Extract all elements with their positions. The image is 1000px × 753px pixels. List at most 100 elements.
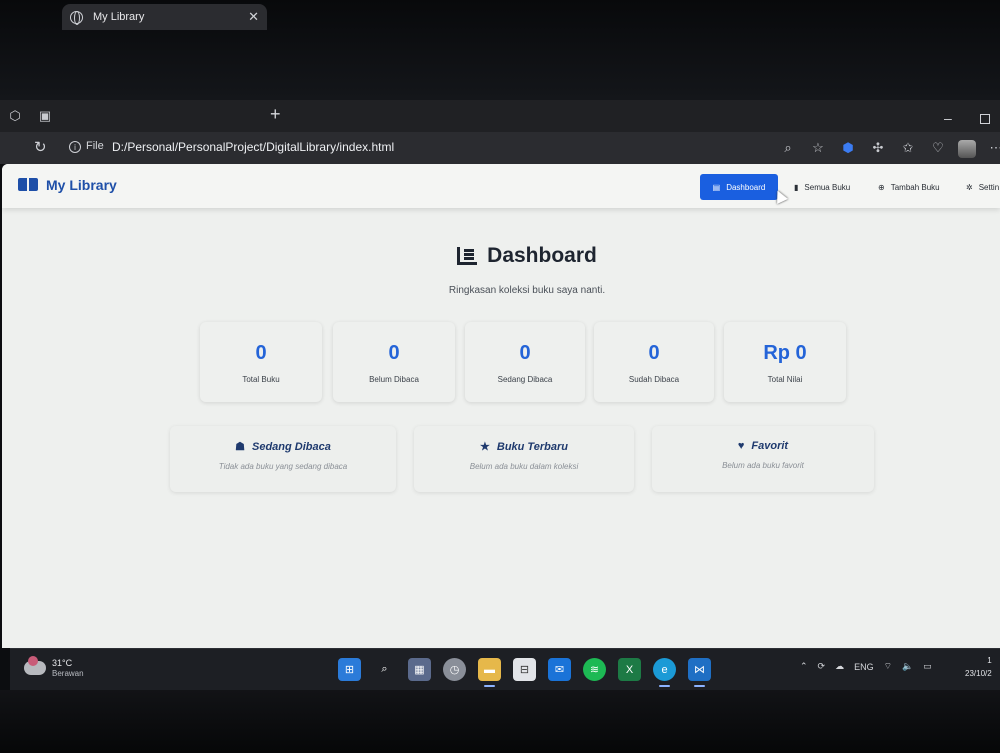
zoom-icon[interactable]: ⌕: [778, 140, 798, 158]
stat-label: Total Nilai: [767, 375, 803, 384]
extension-shield-icon[interactable]: ⬢: [838, 140, 858, 158]
weather-widget[interactable]: 31°C Berawan: [24, 655, 84, 678]
microsoft-store-icon[interactable]: ⊟: [513, 658, 536, 681]
extensions-icon[interactable]: ✣: [868, 140, 888, 158]
stat-value: Rp 0: [763, 342, 807, 364]
nav-tambah-buku-button[interactable]: ⊕ Tambah Buku: [868, 174, 950, 200]
stat-label: Sudah Dibaca: [628, 375, 680, 384]
file-explorer-icon[interactable]: ▬: [478, 658, 501, 687]
new-tab-button[interactable]: +: [270, 104, 281, 125]
brand-logo[interactable]: My Library: [18, 177, 117, 193]
brand-name: My Library: [46, 177, 117, 193]
language-indicator[interactable]: ENG: [854, 662, 874, 672]
page-title-text: Dashboard: [487, 244, 597, 267]
windows-start-icon[interactable]: ⊞: [338, 658, 361, 681]
weather-temperature: 31°C: [52, 658, 73, 668]
battery-icon[interactable]: ▭: [923, 661, 932, 672]
app-navbar: My Library ▤ Dashboard ▮ Semua Buku ⊕ Ta…: [2, 164, 1000, 208]
more-menu-icon[interactable]: ⋯: [986, 140, 1000, 158]
nav-dashboard-label: Dashboard: [726, 182, 766, 192]
reload-icon[interactable]: ↻: [34, 138, 47, 156]
gear-icon: ✲: [966, 182, 973, 192]
panel-empty-text: Belum ada buku favorit: [722, 461, 804, 470]
panel-title-text: Favorit: [751, 440, 789, 452]
heart-icon: ♥: [737, 440, 745, 452]
url-field[interactable]: D:/Personal/PersonalProject/DigitalLibra…: [112, 140, 394, 154]
stat-card-sedang-dibaca: 0 Sedang Dibaca: [465, 322, 585, 402]
wifi-icon[interactable]: ⌔: [884, 661, 892, 672]
page-subtitle: Ringkasan koleksi buku saya nanti.: [448, 285, 606, 296]
clock-app-icon[interactable]: ◷: [443, 658, 466, 681]
stat-card-sudah-dibaca: 0 Sudah Dibaca: [594, 322, 714, 402]
panel-title-text: Sedang Dibaca: [252, 440, 331, 453]
stat-value: 0: [388, 342, 400, 364]
page-viewport: My Library ▤ Dashboard ▮ Semua Buku ⊕ Ta…: [2, 164, 1000, 648]
search-icon[interactable]: ⌕: [373, 658, 396, 681]
maximize-window-icon[interactable]: [980, 114, 990, 124]
globe-icon: [70, 10, 83, 25]
nav-settings-label: Settin: [978, 182, 1000, 192]
nav-dashboard-button[interactable]: ▤ Dashboard: [700, 174, 778, 200]
tab-actions-icon[interactable]: ▣: [34, 105, 56, 127]
address-bar-actions: ⌕ ☆ ⬢ ✣ ✩ ♡ ⋯: [778, 140, 1000, 158]
spotify-icon[interactable]: ≋: [583, 658, 606, 681]
panel-title-text: Buku Terbaru: [496, 440, 568, 453]
favorite-star-icon[interactable]: ☆: [808, 140, 828, 158]
show-hidden-icons-chevron-icon[interactable]: ⌃: [800, 661, 808, 672]
profile-avatar[interactable]: [958, 140, 976, 158]
panel-empty-text: Tidak ada buku yang sedang dibaca: [218, 462, 348, 471]
panel-empty-text: Belum ada buku dalam koleksi: [469, 462, 579, 471]
star-icon: ★: [480, 441, 490, 453]
clock-time: 1: [987, 656, 992, 665]
clock-date: 23/10/2: [965, 669, 992, 678]
stat-label: Belum Dibaca: [369, 375, 419, 384]
monitor-bezel-bottom: [0, 690, 1000, 753]
vscode-icon[interactable]: ⋈: [688, 658, 711, 687]
page-title: Dashboard: [2, 244, 1000, 268]
close-tab-icon[interactable]: ✕: [248, 9, 259, 25]
sync-icon[interactable]: ⟳: [818, 661, 826, 672]
nav-tambah-buku-label: Tambah Buku: [890, 182, 940, 192]
nav-settings-button[interactable]: ✲ Settin: [956, 174, 1000, 200]
panel-title: ♥ Favorit: [652, 440, 874, 452]
chart-list-icon: [457, 247, 478, 265]
book-open-icon: [18, 178, 38, 192]
stat-card-belum-dibaca: 0 Belum Dibaca: [333, 322, 455, 402]
panel-buku-terbaru: ★ Buku Terbaru Belum ada buku dalam kole…: [414, 426, 634, 492]
workspaces-icon[interactable]: ⬡: [4, 105, 26, 127]
nav-semua-buku-label: Semua Buku: [804, 182, 851, 192]
panel-title: ☗ Sedang Dibaca: [170, 440, 396, 454]
excel-icon[interactable]: X: [618, 658, 641, 681]
panel-title: ★ Buku Terbaru: [414, 440, 634, 454]
reader-icon: ☗: [235, 441, 245, 453]
stat-card-total-buku: 0 Total Buku: [200, 322, 322, 402]
edge-browser-icon[interactable]: e: [653, 658, 676, 687]
stat-card-total-nilai: Rp 0 Total Nilai: [724, 322, 846, 402]
windows-taskbar: 31°C Berawan ⊞ ⌕ ▦ ◷ ▬ ⊟ ✉ ≋ X e ⋈ ⌃ ⟳ ☁…: [10, 648, 1000, 690]
calculator-icon[interactable]: ▦: [408, 658, 431, 681]
tab-title: My Library: [93, 11, 145, 23]
outlook-icon[interactable]: ✉: [548, 658, 571, 681]
stat-value: 0: [519, 342, 531, 364]
taskbar-clock[interactable]: 1 23/10/2: [965, 654, 992, 680]
book-icon: ▮: [794, 182, 799, 192]
favorites-list-icon[interactable]: ✩: [898, 140, 918, 158]
stat-value: 0: [648, 342, 660, 364]
weather-cloud-icon: [24, 655, 46, 675]
nav-semua-buku-button[interactable]: ▮ Semua Buku: [784, 174, 860, 200]
protocol-label: File: [86, 140, 104, 152]
chart-icon: ▤: [712, 182, 721, 192]
browser-tab[interactable]: My Library ✕: [62, 4, 267, 30]
browser-essentials-icon[interactable]: ♡: [928, 140, 948, 158]
stat-label: Sedang Dibaca: [497, 375, 553, 384]
system-tray: ⌃ ⟳ ☁ ENG ⌔ 🔈 ▭: [800, 661, 932, 672]
minimize-window-icon[interactable]: –: [944, 110, 952, 126]
browser-tab-bar: ⬡ ▣: [0, 100, 1000, 132]
stat-value: 0: [255, 342, 267, 364]
cloud-sync-icon[interactable]: ☁: [835, 661, 844, 672]
volume-icon[interactable]: 🔈: [902, 661, 913, 672]
site-info-icon[interactable]: i: [69, 141, 81, 153]
taskbar-apps: ⊞ ⌕ ▦ ◷ ▬ ⊟ ✉ ≋ X e ⋈: [338, 658, 711, 687]
weather-condition: Berawan: [52, 669, 84, 678]
panel-favorit: ♥ Favorit Belum ada buku favorit: [652, 426, 874, 492]
